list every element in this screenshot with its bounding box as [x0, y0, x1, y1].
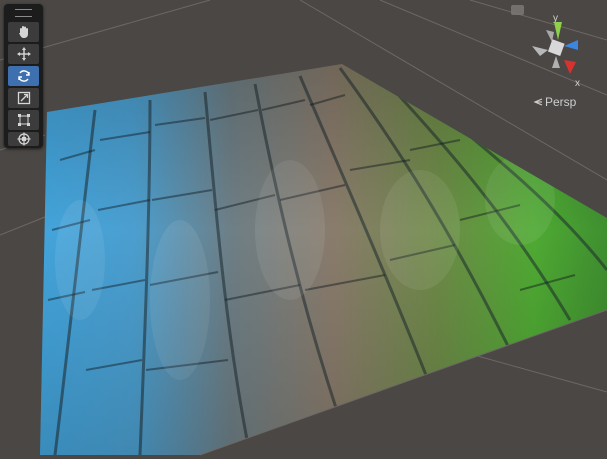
gizmo-y-cone	[554, 22, 562, 40]
orientation-gizmo[interactable]: y x	[518, 10, 600, 92]
transform-tool-button[interactable]	[8, 132, 39, 146]
textured-plane	[40, 64, 607, 455]
scale-tool-button[interactable]	[8, 88, 39, 108]
hand-icon	[17, 25, 31, 39]
gizmo-center-cube	[547, 39, 565, 56]
transform-gizmo-icon	[17, 132, 31, 146]
toolbar-grip-handle[interactable]	[15, 9, 32, 17]
gizmo-x-label: x	[575, 78, 580, 89]
view-tool-button[interactable]	[8, 22, 39, 42]
projection-label: Persp	[545, 95, 577, 109]
rotate-icon	[17, 69, 31, 83]
move-arrows-icon	[16, 47, 31, 61]
move-tool-button[interactable]	[8, 44, 39, 64]
scene-viewport[interactable]	[0, 0, 607, 459]
gizmo-neg-y-cone	[552, 56, 560, 68]
rect-tool-button[interactable]	[8, 110, 39, 130]
projection-toggle[interactable]: Persp	[533, 95, 576, 109]
tools-overlay	[4, 4, 43, 148]
gizmo-neg-x-cone	[532, 46, 548, 56]
gizmo-z-cone	[564, 40, 578, 50]
rect-transform-icon	[17, 113, 31, 127]
rotate-tool-button[interactable]	[8, 66, 39, 86]
gizmo-x-cone	[564, 60, 576, 74]
chevron-left-icon	[533, 95, 543, 109]
scale-icon	[17, 91, 31, 105]
